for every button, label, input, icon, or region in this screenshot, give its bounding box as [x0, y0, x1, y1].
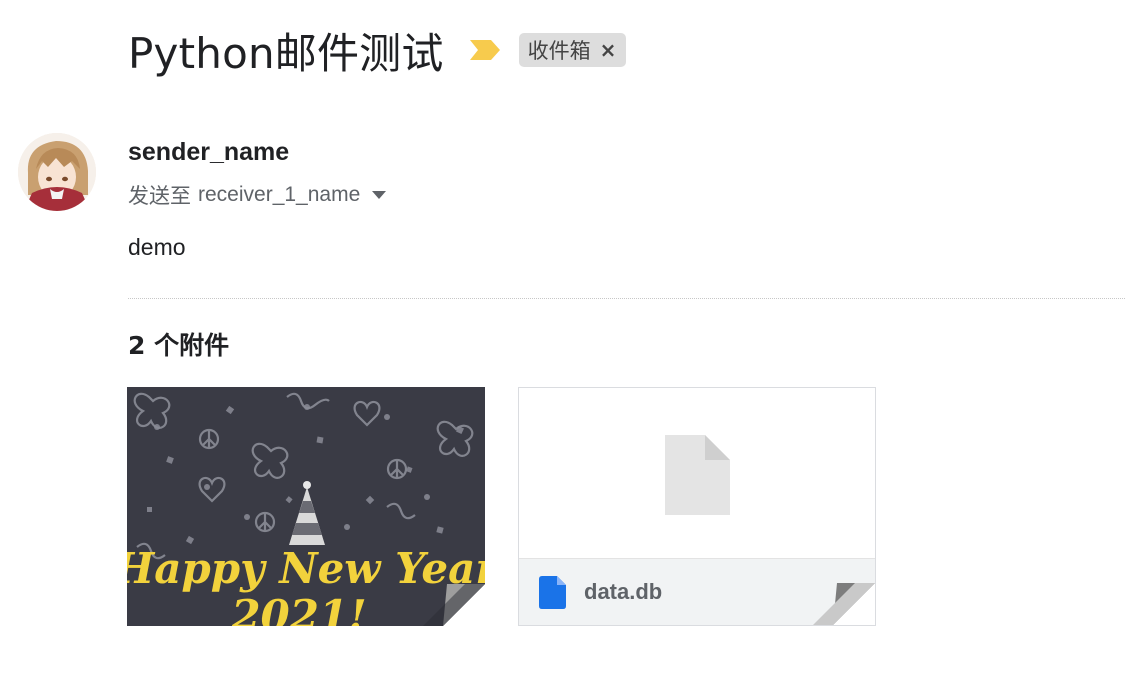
recipients-prefix: 发送至: [128, 184, 191, 208]
attachments-divider: [128, 298, 1125, 299]
generic-file-icon: [665, 435, 730, 515]
dropdown-caret-icon[interactable]: [372, 191, 387, 199]
thumbnail-year: 2021!: [230, 591, 366, 626]
email-body: demo: [128, 234, 186, 260]
recipient-name: receiver_1_name: [198, 183, 361, 206]
email-subject: Python邮件测试: [128, 28, 444, 78]
doc-file-icon: [539, 575, 566, 609]
page-fold-icon: [405, 584, 485, 626]
chip-close-icon[interactable]: ×: [600, 38, 617, 62]
avatar-image: [18, 133, 96, 211]
label-chip-inbox: 收件箱 ×: [518, 33, 627, 67]
attachment-file-name: data.db: [584, 579, 663, 604]
attachment-count: 2 个附件: [128, 331, 230, 360]
sender-name: sender_name: [128, 138, 290, 166]
recipients-line: 发送至 receiver_1_name: [128, 180, 387, 210]
attachment-image-card[interactable]: Happy New Year 2021!: [127, 387, 485, 626]
subject-row: Python邮件测试 收件箱 ×: [128, 22, 627, 78]
importance-marker-icon[interactable]: [468, 39, 502, 61]
attachment-file-card[interactable]: data.db: [518, 387, 876, 626]
label-chip-text: 收件箱: [527, 39, 591, 63]
page-fold-icon: [795, 583, 875, 625]
sender-avatar[interactable]: [18, 133, 96, 211]
